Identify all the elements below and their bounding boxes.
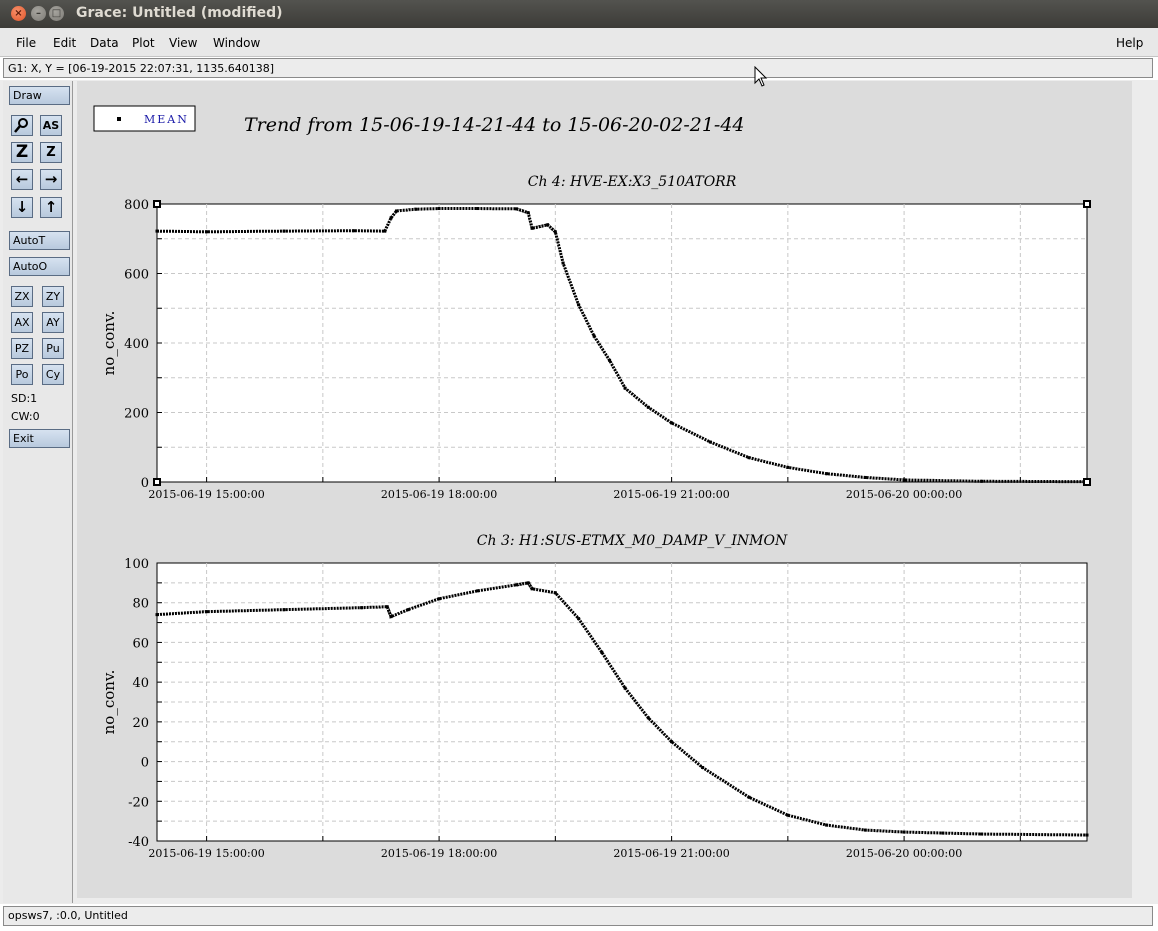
x-tick-label: 2015-06-19 15:00:00	[148, 488, 264, 501]
window-titlebar: × – □ Grace: Untitled (modified)	[0, 0, 1158, 28]
draw-button[interactable]: Draw	[9, 86, 70, 105]
zoom-in-icon[interactable]: Z	[11, 142, 33, 163]
tool-panel: Draw AS Z Z ← → ↓ ↑ AutoT AutoO ZX ZY AX…	[3, 81, 73, 903]
subplot-title: Ch 3: H1:SUS-ETMX_M0_DAMP_V_INMON	[477, 533, 788, 549]
graph-area[interactable]: MEAN Trend from 15-06-19-14-21-44 to 15-…	[77, 81, 1132, 898]
selection-handle-inner	[155, 202, 159, 206]
y-tick-label: -20	[128, 795, 149, 810]
ax-button[interactable]: AX	[11, 312, 33, 333]
y-tick-label: 200	[124, 407, 149, 422]
menu-data[interactable]: Data	[90, 36, 119, 50]
zx-button[interactable]: ZX	[11, 286, 33, 307]
menu-window[interactable]: Window	[213, 36, 260, 50]
y-tick-label: 20	[132, 716, 149, 731]
selection-handle-inner	[1085, 202, 1089, 206]
x-tick-label: 2015-06-19 18:00:00	[381, 488, 497, 501]
locator-bar: G1: X, Y = [06-19-2015 22:07:31, 1135.64…	[3, 58, 1153, 78]
maximize-window-icon[interactable]: □	[49, 6, 64, 21]
x-tick-label: 2015-06-19 21:00:00	[613, 488, 729, 501]
menu-plot[interactable]: Plot	[132, 36, 155, 50]
zy-button[interactable]: ZY	[42, 286, 64, 307]
pu-button[interactable]: Pu	[42, 338, 64, 359]
sd-label: SD:1	[11, 392, 38, 405]
po-button[interactable]: Po	[11, 364, 33, 385]
scroll-left-icon[interactable]: ←	[11, 169, 33, 190]
plot-title: Trend from 15-06-19-14-21-44 to 15-06-20…	[244, 114, 745, 136]
ay-button[interactable]: AY	[42, 312, 64, 333]
cw-label: CW:0	[11, 410, 40, 423]
legend-marker	[117, 117, 121, 121]
y-tick-label: 400	[124, 337, 149, 352]
x-tick-label: 2015-06-19 15:00:00	[148, 847, 264, 860]
y-tick-label: 100	[124, 557, 149, 572]
text-tool-icon[interactable]: AS	[40, 115, 62, 136]
subplot-title: Ch 4: HVE-EX:X3_510ATORR	[528, 174, 737, 190]
y-tick-label: 80	[132, 597, 149, 612]
scroll-up-icon[interactable]: ↑	[40, 197, 62, 218]
legend-label: MEAN	[144, 113, 189, 126]
window-title: Grace: Untitled (modified)	[76, 5, 283, 21]
y-tick-label: 60	[132, 636, 149, 651]
menubar: File Edit Data Plot View Window Help	[0, 28, 1158, 57]
zoom-out-icon[interactable]: Z	[40, 142, 62, 163]
selection-handle-inner	[155, 480, 159, 484]
y-tick-label: 0	[141, 756, 149, 771]
y-axis-label: no_conv.	[100, 670, 118, 735]
plot-canvas[interactable]: MEAN Trend from 15-06-19-14-21-44 to 15-…	[77, 81, 1132, 898]
exit-button[interactable]: Exit	[9, 429, 70, 448]
y-axis-label: no_conv.	[100, 311, 118, 376]
zoom-magnifier-icon[interactable]	[11, 115, 33, 136]
y-tick-label: -40	[128, 835, 149, 850]
y-tick-label: 40	[132, 676, 149, 691]
menu-help[interactable]: Help	[1116, 36, 1143, 50]
menu-edit[interactable]: Edit	[53, 36, 76, 50]
scroll-down-icon[interactable]: ↓	[11, 197, 33, 218]
menu-view[interactable]: View	[169, 36, 197, 50]
close-window-icon[interactable]: ×	[11, 6, 26, 21]
x-tick-label: 2015-06-20 00:00:00	[846, 847, 962, 860]
mouse-cursor-icon	[754, 66, 768, 87]
minimize-window-icon[interactable]: –	[31, 6, 46, 21]
status-bar: opsws7, :0.0, Untitled	[3, 906, 1153, 926]
autoscale-on-button[interactable]: AutoO	[9, 257, 70, 276]
y-tick-label: 800	[124, 198, 149, 213]
x-tick-label: 2015-06-19 18:00:00	[381, 847, 497, 860]
x-tick-label: 2015-06-20 00:00:00	[846, 488, 962, 501]
y-tick-label: 600	[124, 268, 149, 283]
scroll-right-icon[interactable]: →	[40, 169, 62, 190]
pz-button[interactable]: PZ	[11, 338, 33, 359]
cy-button[interactable]: Cy	[42, 364, 64, 385]
autoscale-button[interactable]: AutoT	[9, 231, 70, 250]
x-tick-label: 2015-06-19 21:00:00	[613, 847, 729, 860]
menu-file[interactable]: File	[16, 36, 36, 50]
selection-handle-inner	[1085, 480, 1089, 484]
